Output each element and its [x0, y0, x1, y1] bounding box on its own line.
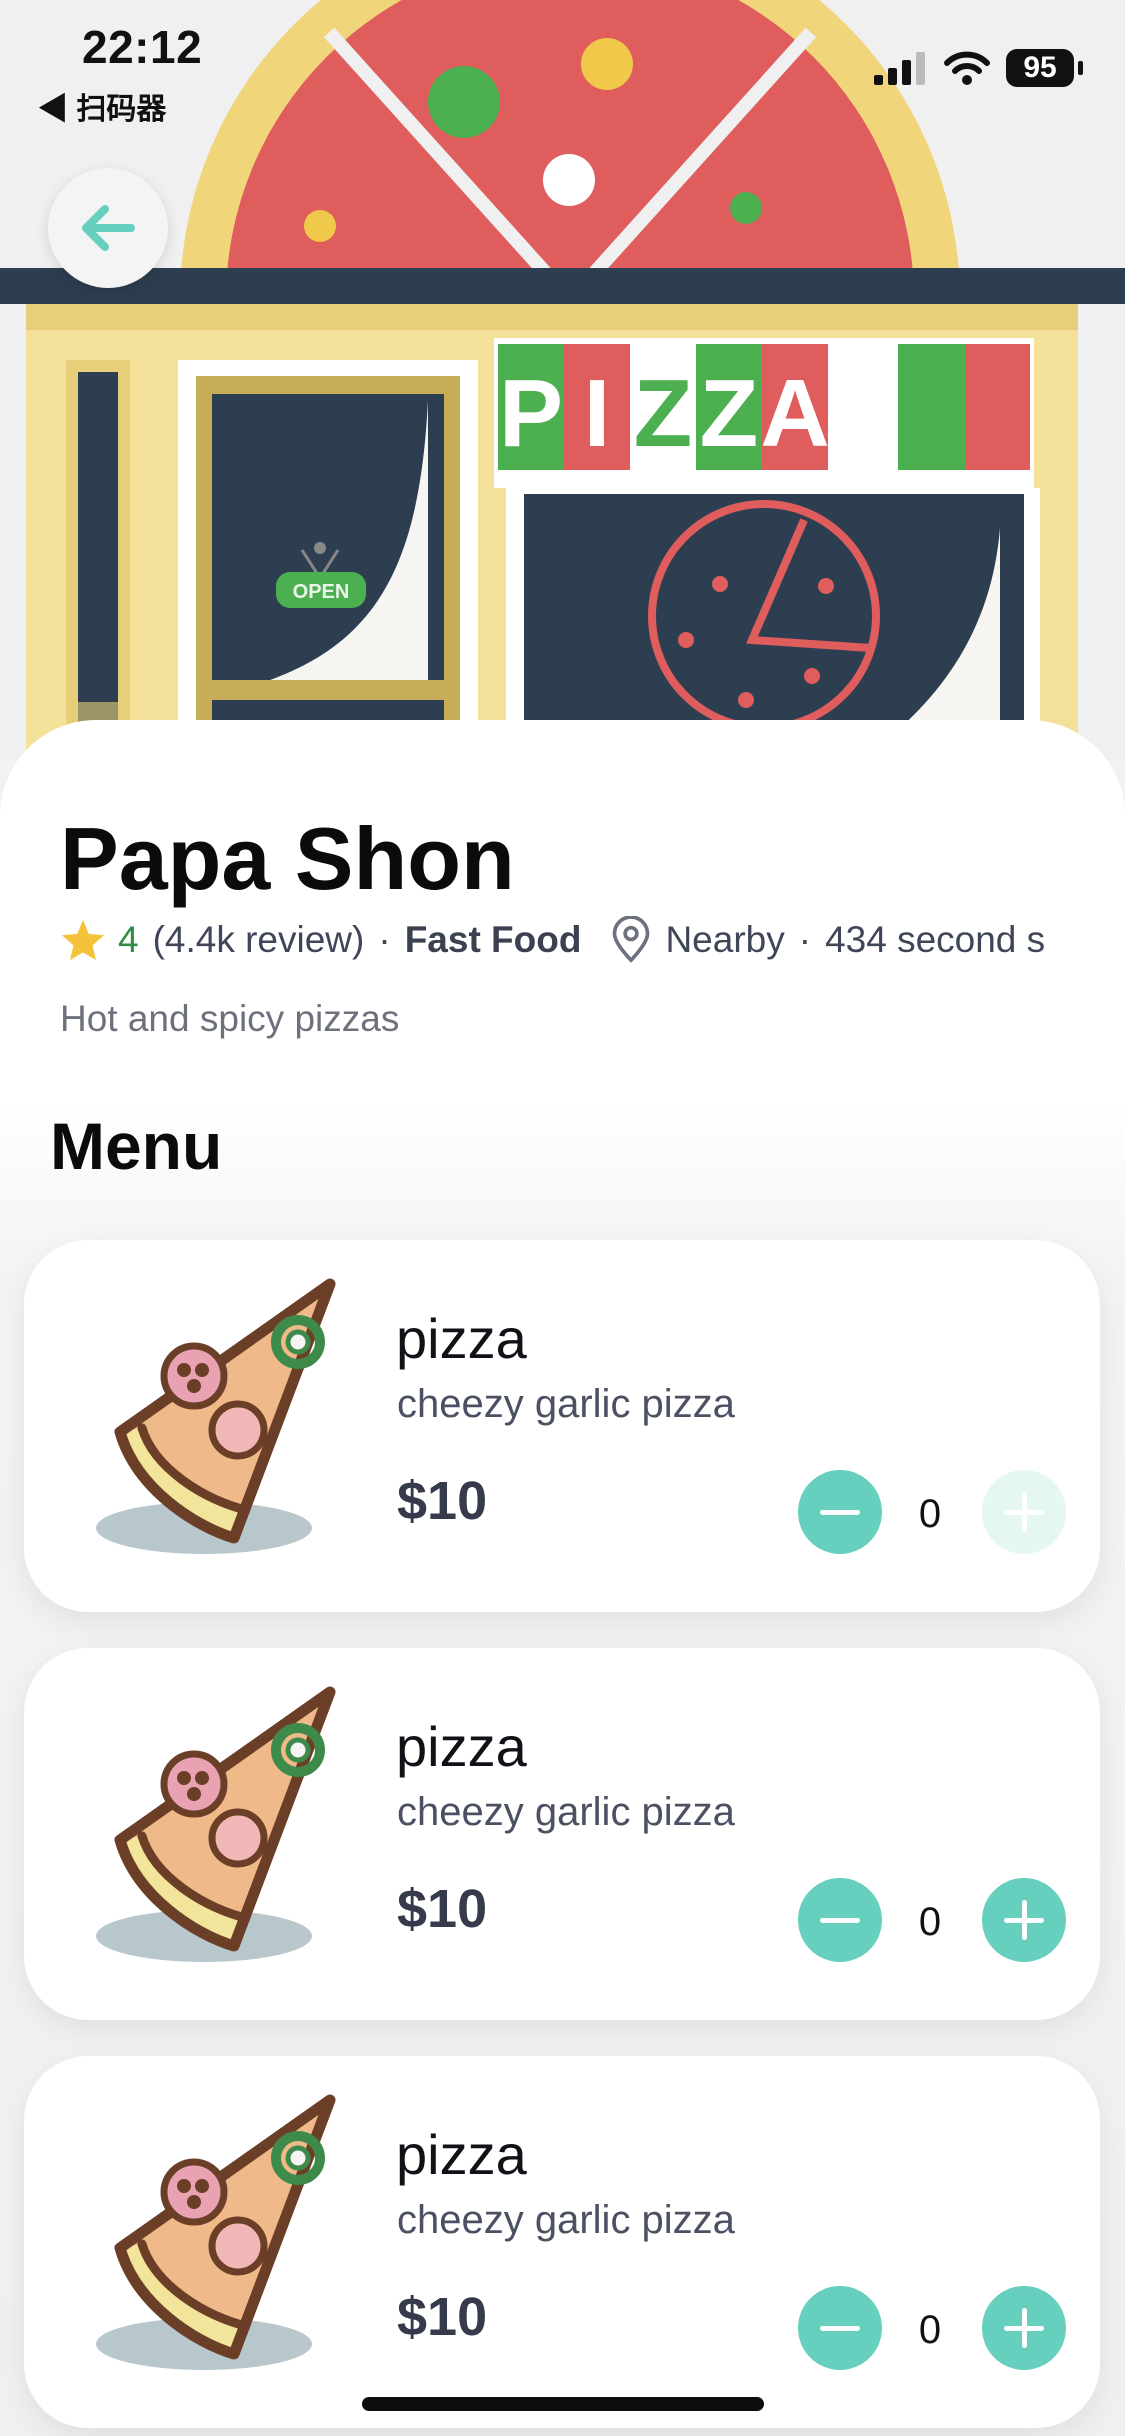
- back-to-app-link[interactable]: ◀ 扫码器: [38, 84, 166, 128]
- quantity-value: 0: [918, 2308, 942, 2352]
- location-pin-icon: [613, 916, 650, 963]
- minus-icon: [820, 1917, 860, 1923]
- back-button[interactable]: [48, 168, 168, 288]
- decrease-quantity-button[interactable]: [798, 1470, 882, 1554]
- menu-item-price: $10: [397, 1879, 488, 1939]
- menu-item-name: pizza: [396, 1307, 527, 1370]
- battery-tip: [1078, 61, 1083, 75]
- menu-item-name: pizza: [396, 1715, 527, 1778]
- restaurant-description: Hot and spicy pizzas: [60, 998, 400, 1039]
- star-icon: [61, 919, 105, 961]
- distance-label: 434 second s: [825, 919, 1046, 960]
- review-count: (4.4k review): [152, 919, 365, 960]
- sign-letter: P: [499, 360, 563, 467]
- rating-value: 4: [118, 919, 139, 960]
- sign-letter: Z: [634, 360, 693, 467]
- menu-item-card[interactable]: pizza cheezy garlic pizza $10 0: [24, 2056, 1100, 2428]
- increase-quantity-button[interactable]: [982, 1470, 1066, 1554]
- decrease-quantity-button[interactable]: [798, 2286, 882, 2370]
- hero-banner: OPEN P I Z Z A 22:12 ◀ 扫码器 95: [0, 0, 1125, 760]
- home-indicator[interactable]: [362, 2397, 764, 2411]
- separator-dot: ·: [798, 919, 812, 960]
- open-sign-text: OPEN: [293, 581, 350, 603]
- restaurant-meta: 4 (4.4k review) · Fast Food Nearby · 434…: [60, 914, 1045, 966]
- sign-letter: I: [584, 360, 611, 467]
- pizza-slice-icon: [84, 2094, 374, 2394]
- sign-letter: Z: [700, 360, 759, 467]
- menu-item-description: cheezy garlic pizza: [397, 1382, 735, 1426]
- menu-item-description: cheezy garlic pizza: [397, 2198, 735, 2242]
- wifi-icon: [944, 51, 990, 85]
- restaurant-name: Papa Shon: [60, 809, 515, 908]
- battery-icon: 95: [1006, 49, 1074, 87]
- menu-item-price: $10: [397, 2287, 488, 2347]
- menu-item-price: $10: [397, 1471, 488, 1531]
- arrow-left-icon: [82, 205, 135, 251]
- pizza-slice-icon: [84, 1686, 374, 1986]
- restaurant-category: Fast Food: [404, 919, 582, 960]
- minus-icon: [820, 1509, 860, 1515]
- signal-icon: [874, 52, 925, 85]
- menu-item-card[interactable]: pizza cheezy garlic pizza $10 0: [24, 1240, 1100, 1612]
- status-icons: 95: [874, 48, 1083, 88]
- sign-letter: A: [760, 360, 829, 467]
- separator-dot: ·: [378, 919, 391, 960]
- quantity-value: 0: [918, 1900, 942, 1944]
- decrease-quantity-button[interactable]: [798, 1878, 882, 1962]
- increase-quantity-button[interactable]: [982, 1878, 1066, 1962]
- menu-item-card[interactable]: pizza cheezy garlic pizza $10 0: [24, 1648, 1100, 2020]
- menu-heading: Menu: [50, 1109, 223, 1183]
- pizza-shop-illustration: OPEN P I Z Z A: [0, 0, 1125, 760]
- minus-icon: [820, 2325, 860, 2331]
- menu-item-name: pizza: [396, 2123, 527, 2186]
- increase-quantity-button[interactable]: [982, 2286, 1066, 2370]
- location-label: Nearby: [665, 919, 785, 960]
- menu-item-description: cheezy garlic pizza: [397, 1790, 735, 1834]
- status-time: 22:12: [82, 21, 203, 73]
- quantity-value: 0: [918, 1492, 942, 1536]
- pizza-slice-icon: [84, 1278, 374, 1578]
